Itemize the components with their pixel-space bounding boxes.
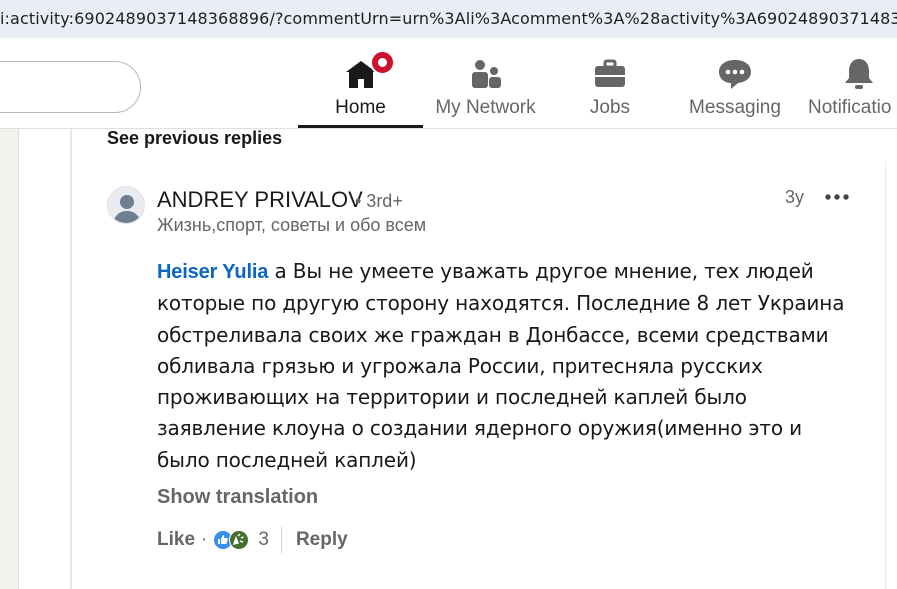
briefcase-icon xyxy=(592,56,628,92)
browser-url-bar[interactable]: i:activity:6902489037148368896/?commentU… xyxy=(0,0,897,38)
nav-my-network-label: My Network xyxy=(435,97,536,118)
comment-author-name[interactable]: ANDREY PRIVALOV xyxy=(157,187,363,213)
avatar[interactable] xyxy=(107,186,145,224)
active-tab-indicator xyxy=(298,125,423,128)
reply-button[interactable]: Reply xyxy=(296,529,348,551)
notification-badge xyxy=(369,50,395,75)
author-headline: Жизнь,спорт, советы и обо всем xyxy=(157,215,427,235)
separator-dot: · xyxy=(201,529,208,550)
action-divider xyxy=(280,527,282,553)
bell-icon xyxy=(841,56,877,92)
message-icon xyxy=(717,56,753,92)
nav-notifications-label: Notificatio xyxy=(808,97,892,118)
celebrate-reaction-icon xyxy=(229,530,250,550)
nav-jobs-label: Jobs xyxy=(589,97,631,118)
connection-degree: • 3rd+ xyxy=(355,191,403,211)
nav-home-label: Home xyxy=(335,97,386,118)
home-icon xyxy=(343,50,395,92)
nav-messaging-label: Messaging xyxy=(689,97,781,118)
url-text[interactable]: i:activity:6902489037148368896/?commentU… xyxy=(0,9,897,28)
mention-link[interactable]: Heiser Yulia xyxy=(157,261,268,283)
nav-messaging[interactable]: Messaging xyxy=(688,38,782,128)
nav-my-network[interactable]: My Network xyxy=(428,38,543,128)
see-previous-replies-link[interactable]: See previous replies xyxy=(107,128,282,149)
comment-text: Heiser Yulia а Вы не умеете уважать друг… xyxy=(157,256,857,476)
nav-notifications[interactable]: Notificatio xyxy=(808,38,897,128)
top-navigation-bar: Home My Network Jobs Messaging Notificat… xyxy=(0,38,897,129)
comment-timestamp: 3y xyxy=(785,187,805,207)
nav-home[interactable]: Home xyxy=(298,38,423,128)
comment-body: а Вы не умеете уважать другое мнение, те… xyxy=(157,259,845,472)
search-input[interactable] xyxy=(0,61,141,113)
show-translation-button[interactable]: Show translation xyxy=(157,486,318,509)
like-button[interactable]: Like xyxy=(157,529,195,551)
reaction-count[interactable]: 3 xyxy=(258,529,269,551)
network-icon xyxy=(468,56,504,92)
nav-jobs[interactable]: Jobs xyxy=(570,38,650,128)
comment-actions: Like · 3 Reply xyxy=(157,527,348,553)
more-options-icon[interactable] xyxy=(822,185,852,209)
